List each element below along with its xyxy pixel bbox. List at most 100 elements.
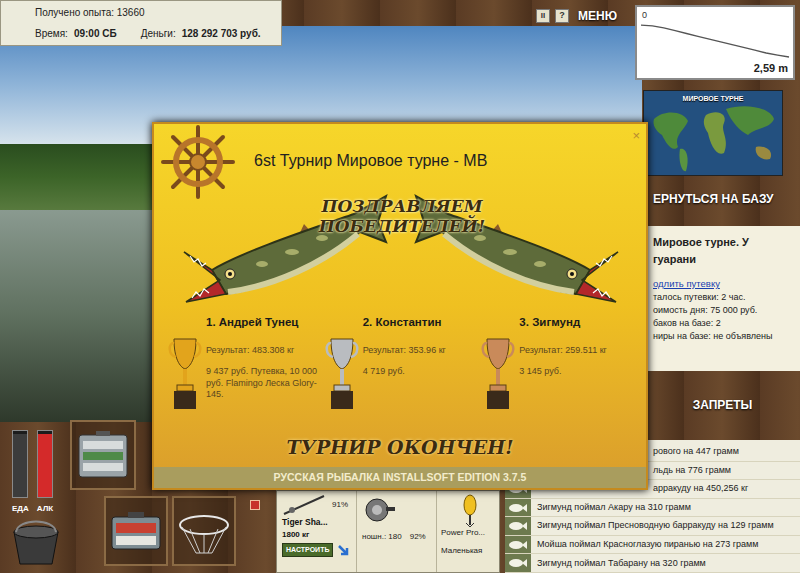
time-label: Время: — [35, 26, 68, 41]
need-fill — [38, 434, 52, 497]
world-map[interactable]: МИРОВОЕ ТУРНЕ — [643, 90, 783, 176]
time-value: 09:00 СБ — [74, 26, 117, 41]
catch-log-row: Зигмунд поймал Пресноводную барракуду на… — [505, 517, 800, 536]
reel-wear: 92% — [410, 531, 426, 543]
reel-label: ношн.: 180 — [362, 531, 402, 543]
tournament-dialog: 6st Турнир Мировое турне - МВ×ПОЗДРАВЛЯЕ… — [152, 122, 648, 490]
fish-icon — [509, 521, 527, 531]
small-red-button[interactable] — [250, 500, 260, 510]
rod-actions: НАСТРОИТЬ — [282, 543, 356, 558]
winner-prize: 9 437 руб. Путевка, 10 000 руб. Flamingo… — [206, 366, 319, 401]
catch-log-text: Мойша поймал Красноглазую пиранью на 273… — [531, 538, 758, 552]
catch-log-row: Мойша поймал Красноглазую пиранью на 273… — [505, 536, 800, 555]
winner-result: Результат: 353.96 кг — [363, 345, 446, 357]
pause-button[interactable]: II — [536, 9, 550, 23]
winner-card: 2. Константин Результат: 353.96 кг 4 719 р… — [325, 314, 476, 428]
location-subtitle: гуарани — [653, 251, 798, 268]
depth-chart: 02,59 m — [635, 5, 795, 80]
need-meter: АЛК — [37, 430, 53, 515]
rod-icon — [282, 494, 326, 516]
winner-body: Результат: 483.308 кг9 437 руб. Путевка,… — [168, 333, 319, 413]
hud-panel: Получено опыта: 13660 Время: 09:00 СБ Деньг… — [0, 0, 282, 46]
map-icon — [644, 91, 783, 176]
dialog-header: 6st Турнир Мировое турне - МВ× — [154, 124, 646, 192]
winner-prize: 4 719 руб. — [363, 366, 446, 378]
line-lure-section: Power Pro... Маленькая — [437, 491, 499, 572]
need-meter: ЕДА — [12, 430, 29, 515]
rod-name: Tiger Sha... — [282, 516, 356, 529]
winner-place: 2. Константин — [325, 314, 476, 331]
arrow-icon — [337, 544, 349, 556]
game-screen: Получено опыта: 13660 Время: 09:00 СБ Деньг… — [0, 0, 800, 573]
help-button[interactable]: ? — [555, 9, 569, 23]
need-fill — [13, 434, 27, 497]
location-info-line: баков на базе: 2 — [653, 317, 798, 330]
menu-button[interactable]: МЕНЮ — [578, 7, 617, 25]
need-label: АЛК — [37, 503, 53, 515]
fish-cell — [505, 554, 531, 572]
winner-place: 3. Зигмунд — [481, 314, 632, 331]
fish-icon — [509, 540, 527, 550]
location-info-line: ниры на базе: не объявлены — [653, 330, 798, 343]
need-track — [37, 430, 53, 498]
winner-body: Результат: 353.96 кг 4 719 руб. — [325, 333, 476, 413]
lure-box-icon — [110, 509, 162, 553]
setup-button[interactable]: НАСТРОИТЬ — [282, 543, 333, 558]
rod-wear: 91% — [332, 499, 348, 511]
line-name: Power Pro... — [441, 527, 485, 539]
location-info-line: талось путевки: 2 час. — [653, 291, 798, 304]
bans-button[interactable]: ЗАПРЕТЫ — [645, 396, 800, 414]
rod-section: 91%Tiger Sha...1800 кгНАСТРОИТЬ — [277, 491, 357, 572]
reel-section: ношн.: 180 92% — [357, 491, 437, 572]
congrats-banner: ПОЗДРАВЛЯЕМ ПОБЕДИТЕЛЕЙ! — [312, 196, 492, 237]
rod-top: 91% — [282, 494, 356, 516]
keepnet-icon — [176, 503, 232, 559]
extend-permit-link[interactable]: одлить путевку — [653, 277, 798, 291]
map-caption: МИРОВОЕ ТУРНЕ — [644, 94, 782, 105]
ship-wheel-icon — [160, 124, 236, 200]
need-fill-color — [38, 434, 52, 497]
winner-place: 1. Андрей Тунец — [168, 314, 319, 331]
lure-icon — [455, 493, 485, 527]
winner-result: Результат: 259.511 кг — [519, 345, 607, 357]
catch-log-text: Зигмунд поймал Акару на 310 грамм — [531, 501, 691, 515]
location-info-line: оимость дня: 75 000 руб. — [653, 304, 798, 317]
depth-reading: 2,59 m — [754, 60, 788, 77]
toolbar: II? МЕНЮ — [536, 7, 617, 25]
reel-row: ношн.: 180 92% — [362, 531, 436, 543]
dialog-banner: ПОЗДРАВЛЯЕМ ПОБЕДИТЕЛЕЙ! — [154, 192, 646, 314]
box-slot[interactable] — [104, 496, 168, 566]
return-to-base-button[interactable]: ЕРНУТЬСЯ НА БАЗУ — [645, 184, 800, 214]
net-slot[interactable] — [172, 496, 236, 566]
tackle-slot[interactable] — [70, 420, 136, 490]
rod-panel: 91%Tiger Sha...1800 кгНАСТРОИТЬношн.: 18… — [276, 490, 500, 573]
winner-text: Результат: 259.511 кг 3 145 руб. — [519, 333, 607, 413]
trophy-icon — [481, 333, 515, 413]
winners: 1. Андрей Тунец Результат: 483.308 кг9 43… — [154, 314, 646, 428]
fish-cell — [505, 517, 531, 535]
winner-text: Результат: 353.96 кг 4 719 руб. — [363, 333, 446, 413]
winner-card: 1. Андрей Тунец Результат: 483.308 кг9 43… — [168, 314, 319, 428]
experience-label: Получено опыта: 13660 — [35, 5, 281, 20]
fish-cell — [505, 499, 531, 517]
finished-banner: ТУРНИР ОКОНЧЕН! — [154, 428, 646, 467]
catch-log-row: Зигмунд поймал Акару на 310 грамм — [505, 499, 800, 518]
fish-cell — [505, 536, 531, 554]
winner-text: Результат: 483.308 кг9 437 руб. Путевка,… — [206, 333, 319, 413]
need-track — [12, 430, 28, 498]
winner-card: 3. Зигмунд Результат: 259.511 кг 3 145 руб… — [481, 314, 632, 428]
winner-prize: 3 145 руб. — [519, 366, 607, 378]
money-label: Деньги: — [141, 26, 176, 41]
needs: ЕДА АЛК — [12, 430, 53, 515]
winner-body: Результат: 259.511 кг 3 145 руб. — [481, 333, 632, 413]
hud-row: Время:09:00 СБДеньги:128 292 703 руб. — [35, 26, 281, 41]
edition-text: РУССКАЯ РЫБАЛКА INSTALLSOFT EDITION 3.7.… — [274, 470, 527, 486]
tackle-box-icon — [76, 429, 130, 481]
location-panel: Мировое турне. Угуарани одлить путевкутал… — [645, 226, 800, 371]
catch-log-text: Зигмунд поймал Пресноводную барракуду на… — [531, 519, 774, 533]
need-fill-color — [13, 434, 27, 497]
location-title: Мировое турне. У — [653, 234, 798, 251]
lure-name: Маленькая — [441, 545, 482, 557]
trophy-icon — [325, 333, 359, 413]
close-button[interactable]: × — [632, 126, 640, 146]
